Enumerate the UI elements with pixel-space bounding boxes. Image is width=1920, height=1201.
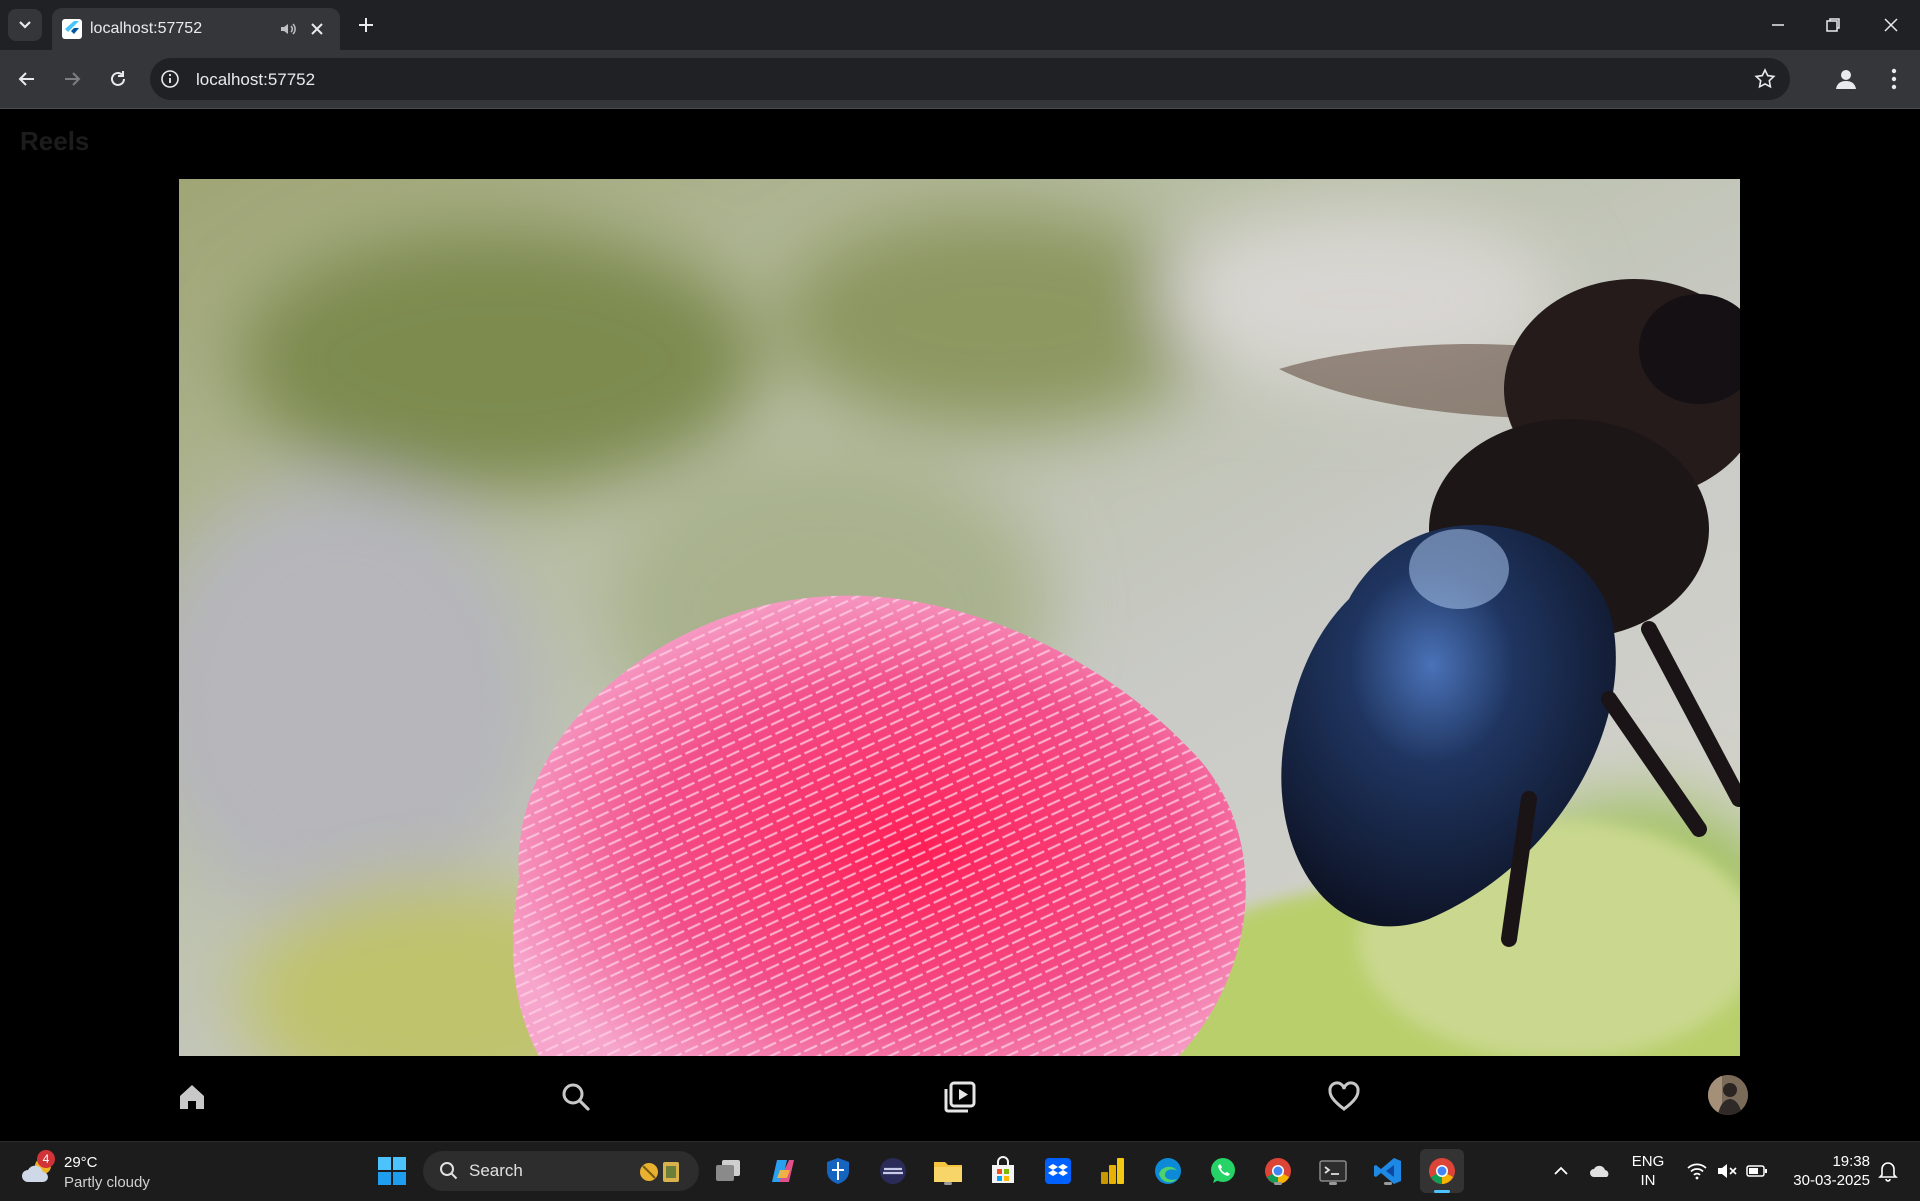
web-page: Reels <box>0 109 1920 1141</box>
windows-logo-icon <box>378 1157 406 1185</box>
onedrive-cloud-icon[interactable] <box>1589 1162 1613 1180</box>
search-highlight-icon <box>640 1162 679 1182</box>
taskbar-app-task-view[interactable] <box>711 1154 745 1188</box>
avatar[interactable] <box>1708 1075 1748 1115</box>
clock[interactable]: 19:38 30-03-2025 <box>1782 1152 1870 1190</box>
reel-video[interactable] <box>179 179 1740 1056</box>
taskbar-app-power-bi[interactable] <box>1096 1154 1130 1188</box>
dropbox-icon <box>1045 1158 1071 1184</box>
page-title: Reels <box>20 126 90 156</box>
profile-icon[interactable] <box>1832 65 1860 93</box>
copilot-icon <box>772 1160 794 1182</box>
running-indicator <box>1274 1182 1282 1185</box>
search-icon <box>440 1162 458 1180</box>
shield-icon <box>827 1158 849 1184</box>
address-bar[interactable]: localhost:57752 <box>150 58 1790 100</box>
search-icon <box>562 1083 590 1111</box>
notification-bell-icon[interactable] <box>1878 1160 1898 1182</box>
power-bi-icon <box>1101 1158 1124 1184</box>
nav-favorites-button[interactable] <box>1324 1077 1364 1117</box>
arrow-left-icon <box>18 72 34 86</box>
menu-kebab-icon[interactable] <box>1882 65 1906 93</box>
running-indicator <box>1384 1182 1392 1185</box>
weather-temp: 29°C <box>64 1154 98 1171</box>
windows-taskbar: 4 29°C Partly cloudy Search ENG IN 19:38… <box>0 1141 1920 1201</box>
reload-button[interactable] <box>104 65 132 93</box>
bookmark-star-icon[interactable] <box>1754 68 1776 90</box>
arrow-right-icon <box>65 72 81 86</box>
window-close-icon[interactable] <box>1879 13 1903 37</box>
language-line1: ENG <box>1631 1153 1665 1170</box>
minimize-icon[interactable] <box>1766 13 1790 37</box>
address-url[interactable]: localhost:57752 <box>196 70 315 90</box>
close-icon[interactable] <box>307 19 327 39</box>
taskbar-app-chrome[interactable] <box>1261 1154 1295 1188</box>
reload-icon <box>111 71 125 86</box>
store-icon <box>992 1156 1014 1183</box>
taskbar-app-copilot[interactable] <box>766 1154 800 1188</box>
heart-icon <box>1328 1081 1360 1111</box>
taskbar-app-pen[interactable] <box>876 1154 910 1188</box>
taskbar-app-file-explorer[interactable] <box>931 1154 965 1188</box>
forward-button[interactable] <box>58 65 86 93</box>
start-button[interactable] <box>375 1154 409 1188</box>
tab-search-button[interactable] <box>8 9 42 41</box>
taskbar-app-chrome-active[interactable] <box>1420 1149 1464 1193</box>
browser-titlebar: localhost:57752 <box>0 0 1920 50</box>
weather-widget[interactable]: 4 29°C Partly cloudy <box>20 1150 160 1194</box>
nav-reels-button[interactable] <box>940 1077 980 1117</box>
language-indicator[interactable]: ENG IN <box>1628 1152 1668 1190</box>
pen-app-icon <box>880 1158 906 1184</box>
weather-desc: Partly cloudy <box>64 1174 150 1191</box>
taskbar-app-edge[interactable] <box>1151 1154 1185 1188</box>
reels-icon <box>944 1081 976 1113</box>
info-icon[interactable] <box>160 69 180 89</box>
taskbar-app-terminal[interactable] <box>1316 1154 1350 1188</box>
profile-avatar-image <box>1708 1075 1748 1115</box>
nav-home-button[interactable] <box>172 1077 212 1117</box>
taskbar-search-label: Search <box>469 1161 523 1180</box>
taskbar-app-store[interactable] <box>986 1154 1020 1188</box>
running-indicator <box>944 1182 952 1185</box>
chrome-icon <box>1429 1158 1455 1184</box>
clock-time: 19:38 <box>1832 1153 1870 1170</box>
tab-title: localhost:57752 <box>90 20 203 37</box>
video-frame <box>179 179 1740 1056</box>
task-view-icon <box>716 1160 740 1181</box>
bottom-navigation <box>0 1061 1920 1141</box>
clock-date: 30-03-2025 <box>1793 1172 1870 1189</box>
taskbar-search[interactable]: Search <box>423 1151 699 1191</box>
new-tab-icon[interactable] <box>354 13 378 37</box>
edge-icon <box>1155 1158 1181 1184</box>
active-indicator <box>1434 1190 1450 1193</box>
battery-icon[interactable] <box>1745 1162 1769 1180</box>
weather-badge: 4 <box>37 1150 55 1168</box>
browser-toolbar: localhost:57752 <box>0 50 1920 109</box>
taskbar-app-vscode[interactable] <box>1371 1154 1405 1188</box>
restore-icon[interactable] <box>1821 13 1845 37</box>
back-button[interactable] <box>13 65 41 93</box>
browser-tab[interactable]: localhost:57752 <box>52 8 340 50</box>
taskbar-app-whatsapp[interactable] <box>1206 1154 1240 1188</box>
taskbar-app-dropbox[interactable] <box>1041 1154 1075 1188</box>
volume-muted-icon[interactable] <box>1716 1162 1738 1180</box>
taskbar-app-defender[interactable] <box>821 1154 855 1188</box>
home-icon <box>180 1085 204 1109</box>
audio-playing-icon[interactable] <box>278 19 298 39</box>
language-line2: IN <box>1640 1172 1656 1189</box>
chevron-up-icon[interactable] <box>1552 1162 1570 1180</box>
whatsapp-icon <box>1211 1158 1235 1183</box>
chevron-down-icon <box>19 21 31 29</box>
flutter-icon <box>62 19 82 39</box>
wifi-icon[interactable] <box>1686 1162 1708 1180</box>
nav-search-button[interactable] <box>556 1077 596 1117</box>
running-indicator <box>1329 1182 1337 1185</box>
